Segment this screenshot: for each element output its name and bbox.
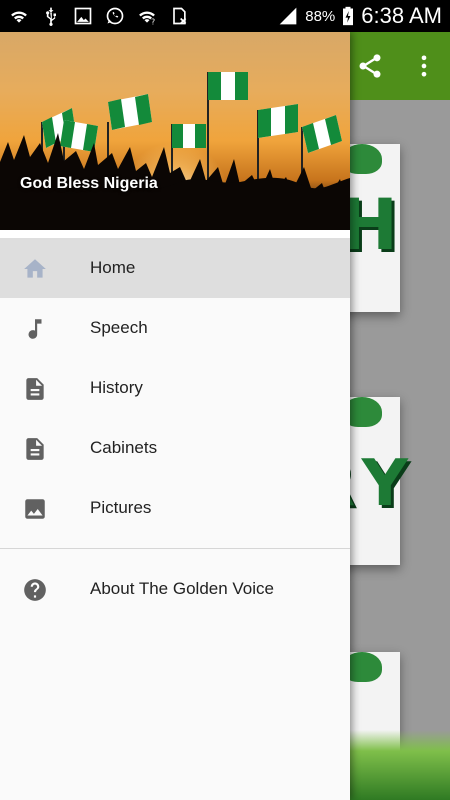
menu-item-label: Cabinets <box>90 438 158 457</box>
drawer-header: God Bless Nigeria <box>0 32 350 230</box>
menu-item-label: About The Golden Voice <box>90 579 274 598</box>
image-icon <box>25 499 45 519</box>
clock: 6:38 AM <box>361 3 442 28</box>
home-icon <box>24 259 46 278</box>
sim-off-icon <box>173 7 187 25</box>
battery-charging-icon <box>343 6 354 26</box>
navigation-drawer: God Bless Nigeria Home Speech History Ca… <box>0 32 350 800</box>
help-icon <box>24 579 46 601</box>
menu-item-pictures[interactable]: Pictures <box>0 478 350 538</box>
battery-percent: 88% <box>305 7 336 25</box>
menu-item-label: Speech <box>90 318 148 337</box>
menu-item-home[interactable]: Home <box>0 238 350 298</box>
whatsapp-icon <box>106 7 124 25</box>
document-icon <box>26 378 44 400</box>
wifi-icon <box>11 11 27 23</box>
menu-divider <box>0 548 350 549</box>
svg-text:?: ? <box>151 17 155 26</box>
menu-item-cabinets[interactable]: Cabinets <box>0 418 350 478</box>
usb-icon <box>46 7 56 26</box>
document-icon <box>26 438 44 460</box>
menu-item-about[interactable]: About The Golden Voice <box>0 559 350 619</box>
gallery-icon <box>74 7 92 25</box>
wifi-question-icon: ? <box>139 11 155 26</box>
music-note-icon <box>28 319 42 339</box>
drawer-header-title: God Bless Nigeria <box>20 175 158 192</box>
menu-item-label: History <box>90 378 143 397</box>
menu-item-speech[interactable]: Speech <box>0 298 350 358</box>
drawer-secondary-menu: About The Golden Voice <box>0 559 350 619</box>
signal-icon <box>279 7 297 25</box>
drawer-menu: Home Speech History Cabinets Pictures <box>0 238 350 538</box>
menu-item-history[interactable]: History <box>0 358 350 418</box>
overflow-menu-icon[interactable] <box>410 52 438 80</box>
share-icon[interactable] <box>356 52 384 80</box>
menu-item-label: Pictures <box>90 498 152 517</box>
menu-item-label: Home <box>90 258 136 277</box>
status-bar: ? 88% 6:38 AM <box>0 0 450 32</box>
crowd-with-flags-image <box>0 72 350 230</box>
grass-decoration <box>340 730 450 800</box>
